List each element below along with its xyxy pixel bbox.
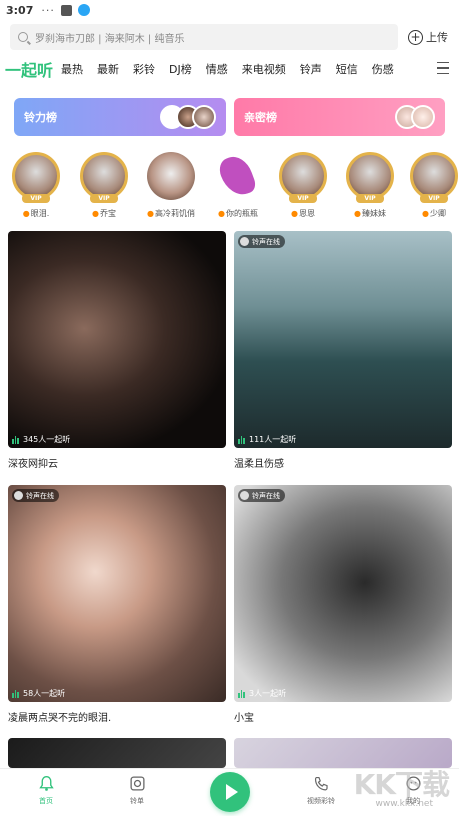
avatar	[80, 152, 128, 200]
nav-label: 铃单	[130, 797, 144, 805]
tab-dj-chart[interactable]: DJ榜	[169, 61, 192, 77]
room-title: 深夜网抑云	[8, 459, 58, 470]
nav-label: 首页	[39, 797, 53, 805]
user-name: ●乔宝	[92, 209, 116, 218]
tab-emotion[interactable]: 情感	[206, 61, 228, 77]
search-input[interactable]: 罗刹海市刀郎 | 海来阿木 | 纯音乐	[10, 24, 398, 50]
intimacy-chart-banner[interactable]: 亲密榜	[234, 98, 445, 136]
ring-power-chart-banner[interactable]: 铃力榜	[14, 98, 226, 136]
room-cover-image: 345人一起听	[8, 231, 226, 448]
tab-sad[interactable]: 伤感	[372, 61, 394, 77]
online-tag: 铃声在线	[238, 489, 285, 502]
flame-icon: ●	[22, 209, 30, 218]
room-cover-image	[8, 738, 226, 768]
nav-label: 视频彩铃	[307, 797, 335, 805]
upload-button[interactable]: + 上传	[408, 29, 448, 45]
tab-sms[interactable]: 短信	[336, 61, 358, 77]
avatar	[240, 491, 249, 500]
vip-badge: VIP	[90, 194, 118, 203]
tab-listen-together[interactable]: 一起听	[5, 57, 53, 81]
playlist-icon	[129, 776, 145, 791]
flame-icon: ●	[291, 209, 298, 218]
avatar	[346, 152, 394, 200]
room-card[interactable]: 铃声在线 58人一起听 凌晨两点哭不完的眼泪.	[8, 485, 226, 725]
tab-ringback[interactable]: 彩铃	[133, 61, 155, 77]
room-card[interactable]	[8, 738, 226, 768]
app-notification-icon	[77, 4, 90, 16]
watermark-url: www.kkx.net	[375, 799, 434, 809]
user-name: ●高冷莉饥俏	[147, 209, 195, 218]
search-placeholder: 罗刹海市刀郎 | 海来阿木 | 纯音乐	[35, 33, 185, 45]
equalizer-icon	[238, 689, 246, 698]
avatar	[279, 152, 327, 200]
notification-icon	[60, 4, 72, 16]
tab-newest[interactable]: 最新	[97, 61, 119, 77]
avatar	[410, 152, 458, 200]
room-card[interactable]: 铃声在线 111人一起听 温柔且伤感	[234, 231, 452, 471]
room-cover-image: 铃声在线 111人一起听	[234, 231, 452, 448]
status-time: 3:07	[6, 3, 34, 17]
vip-badge: VIP	[356, 194, 384, 203]
room-title: 小宝	[234, 713, 254, 724]
search-row: 罗刹海市刀郎 | 海来阿木 | 纯音乐 + 上传	[10, 24, 450, 50]
hot-users-row: VIP ●眼泪. VIP ●乔宝 ●高冷莉饥俏 ●你的瓶瓶 VIP ●恩恩 VI…	[0, 150, 459, 222]
room-card[interactable]: 345人一起听 深夜网抑云	[8, 231, 226, 471]
status-bar: 3:07 ···	[0, 0, 459, 20]
vip-badge: VIP	[22, 194, 50, 203]
tab-ringtone[interactable]: 铃声	[300, 61, 322, 77]
vip-badge: VIP	[289, 194, 317, 203]
avatar-stack	[160, 105, 216, 129]
user-name: ●臻妹妹	[354, 209, 386, 218]
nav-home[interactable]: 首页	[21, 775, 71, 806]
user-name: ●你的瓶瓶	[218, 209, 258, 218]
room-cover-image: 铃声在线 3人一起听	[234, 485, 452, 702]
upload-label: 上传	[426, 31, 448, 44]
avatar	[240, 237, 249, 246]
avatar	[12, 152, 60, 200]
status-dots: ···	[41, 3, 55, 17]
room-title: 温柔且伤感	[234, 459, 284, 470]
nav-video-ringback[interactable]: 视频彩铃	[296, 775, 346, 806]
banner-label: 亲密榜	[244, 111, 277, 124]
avatar	[411, 105, 435, 129]
avatar	[192, 105, 216, 129]
equalizer-icon	[238, 435, 246, 444]
user-name: ●恩恩	[291, 209, 315, 218]
listener-count: 345人一起听	[12, 434, 70, 445]
flame-icon: ●	[147, 209, 154, 218]
flame-icon: ●	[422, 209, 429, 218]
flame-icon: ●	[92, 209, 99, 218]
play-button[interactable]	[210, 772, 250, 812]
flame-icon: ●	[218, 209, 225, 218]
listener-count: 3人一起听	[238, 688, 286, 699]
online-tag: 铃声在线	[12, 489, 59, 502]
menu-icon[interactable]	[437, 62, 449, 74]
phone-video-icon	[314, 776, 328, 791]
banner-label: 铃力榜	[24, 111, 57, 124]
bell-icon	[38, 776, 54, 791]
vip-badge: VIP	[420, 194, 448, 203]
watermark-logo: KK下载	[353, 768, 450, 801]
room-title: 凌晨两点哭不完的眼泪.	[8, 713, 112, 724]
equalizer-icon	[12, 689, 20, 698]
tab-call-video[interactable]: 来电视频	[242, 61, 286, 77]
nav-playlist[interactable]: 铃单	[112, 775, 162, 806]
tab-hottest[interactable]: 最热	[61, 61, 83, 77]
avatar-stack	[395, 105, 435, 129]
user-name: ●少卿	[422, 209, 446, 218]
room-cover-image: 铃声在线 58人一起听	[8, 485, 226, 702]
flame-icon: ●	[354, 209, 361, 218]
plus-circle-icon: +	[408, 29, 423, 45]
listener-count: 58人一起听	[12, 688, 65, 699]
category-tabs: 一起听 最热 最新 彩铃 DJ榜 情感 来电视频 铃声 短信 伤感	[0, 56, 459, 82]
avatar	[14, 491, 23, 500]
listener-count: 111人一起听	[238, 434, 296, 445]
equalizer-icon	[12, 435, 20, 444]
search-icon	[18, 32, 28, 42]
avatar	[147, 152, 195, 200]
room-card[interactable]: 铃声在线 3人一起听 小宝	[234, 485, 452, 725]
online-tag: 铃声在线	[238, 235, 285, 248]
user-name: ●眼泪.	[22, 209, 50, 218]
